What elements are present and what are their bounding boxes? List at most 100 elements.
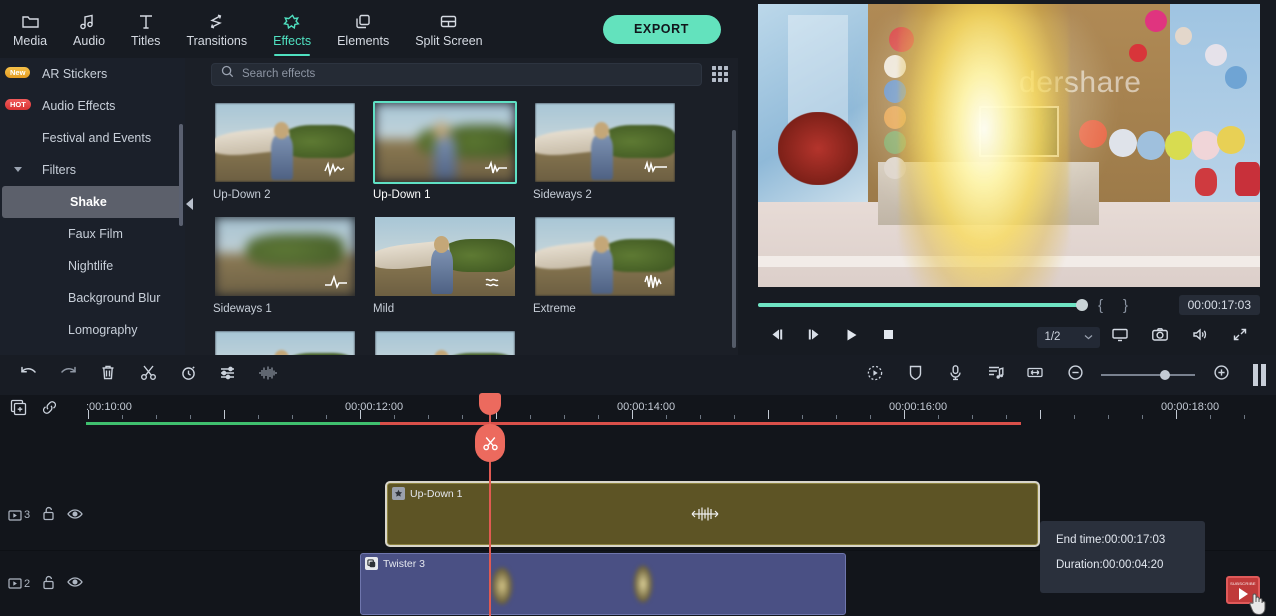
ruler-tick (1176, 410, 1177, 419)
effects-scrollbar[interactable] (732, 130, 736, 348)
flash-effect-overlay (898, 4, 1070, 287)
sidebar-item-festival-and-events[interactable]: Festival and Events (0, 122, 185, 154)
display-settings-button[interactable] (1100, 322, 1140, 352)
effect-card-up-down-2[interactable]: Up-Down 2 (213, 101, 357, 201)
waveform-overlay-icon (483, 273, 509, 291)
sidebar-scrollbar[interactable] (179, 124, 183, 226)
sidebar-item-ar-stickers[interactable]: New AR Stickers (0, 58, 185, 90)
grid-view-toggle-icon[interactable] (712, 66, 728, 82)
subscribe-label: SUBSCRIBE (1230, 580, 1256, 586)
effects-grid-panel: Up-Down 2 Up-Down 1 (201, 58, 738, 355)
effects-scroll-area[interactable]: Up-Down 2 Up-Down 1 Sideways 2 Sideways … (201, 90, 738, 355)
effects-category-sidebar[interactable]: New AR Stickers HOT Audio Effects Festiv… (0, 58, 185, 355)
effect-name: Extreme (533, 303, 576, 315)
tab-audio[interactable]: Audio (60, 0, 118, 58)
sidebar-item-faux-film[interactable]: Faux Film (0, 218, 185, 250)
video-preview[interactable]: dershare (758, 4, 1260, 287)
timeline-ruler[interactable]: :00:10:00 00:00:12:00 00:00:14:00 00:00:… (86, 395, 1276, 423)
mark-out-button[interactable]: } (1113, 297, 1138, 314)
zoom-slider-knob[interactable] (1160, 370, 1170, 380)
track-visibility-icon[interactable] (67, 576, 83, 591)
effect-card-sideways-2[interactable]: Sideways 2 (533, 101, 677, 201)
render-bars-icon (1261, 364, 1266, 386)
playhead-split-button[interactable] (475, 424, 505, 462)
timeline-clip-twister-3[interactable]: Twister 3 (360, 553, 846, 615)
audio-mixer-button[interactable] (975, 355, 1015, 395)
collapse-sidebar-arrow-icon[interactable] (186, 198, 193, 210)
timeline-clip-up-down-1[interactable]: Up-Down 1 (387, 483, 1038, 545)
split-button[interactable] (128, 355, 168, 395)
effect-card-up-down-1[interactable]: Up-Down 1 (373, 101, 517, 201)
motion-tracking-button[interactable] (855, 355, 895, 395)
seek-knob[interactable] (1076, 299, 1088, 311)
player-right-controls (1100, 322, 1260, 352)
prev-frame-button[interactable] (758, 322, 795, 352)
ruler-tick (1244, 415, 1245, 419)
sidebar-item-shake[interactable]: Shake (2, 186, 183, 218)
sidebar-item-lomography[interactable]: Lomography (0, 314, 185, 346)
playhead[interactable] (475, 393, 505, 616)
effect-card-extreme[interactable]: Extreme (533, 215, 677, 315)
clip-thumbnail-frame (633, 564, 653, 604)
undo-button[interactable] (8, 355, 48, 395)
redo-button[interactable] (48, 355, 88, 395)
record-voiceover-button[interactable] (935, 355, 975, 395)
track-visibility-icon[interactable] (67, 508, 83, 523)
seek-bar[interactable] (758, 299, 1088, 311)
sidebar-item-filters[interactable]: Filters (0, 154, 185, 186)
snapshot-button[interactable] (1140, 322, 1180, 352)
duration-button[interactable] (168, 355, 208, 395)
effect-card-row3-left[interactable] (213, 329, 357, 355)
fit-timeline-button[interactable] (1015, 355, 1055, 395)
search-input[interactable] (242, 68, 692, 80)
tab-elements[interactable]: Elements (324, 0, 402, 58)
export-button[interactable]: EXPORT (602, 14, 721, 44)
track-lock-icon[interactable] (42, 506, 55, 524)
ruler-tick (1108, 415, 1109, 419)
tab-transitions[interactable]: Transitions (173, 0, 260, 58)
playback-speed-select[interactable]: 1/2 (1037, 326, 1100, 348)
sidebar-item-background-blur[interactable]: Background Blur (0, 282, 185, 314)
search-box[interactable] (211, 62, 702, 86)
render-preview-button[interactable] (1253, 364, 1266, 386)
chevron-down-icon[interactable] (14, 167, 22, 172)
effect-thumbnail (213, 215, 357, 298)
tab-effects[interactable]: Effects (260, 0, 324, 58)
sidebar-item-audio-effects[interactable]: HOT Audio Effects (0, 90, 185, 122)
add-frame-icon[interactable] (10, 399, 27, 421)
tab-media[interactable]: Media (0, 0, 60, 58)
thumbnail-scene (215, 331, 355, 355)
effect-card-row3-middle[interactable] (373, 329, 517, 355)
color-match-button[interactable] (895, 355, 935, 395)
zoom-out-button[interactable] (1055, 355, 1095, 395)
ruler-tick (428, 415, 429, 419)
effect-card-mild[interactable]: Mild (373, 215, 517, 315)
fullscreen-button[interactable] (1220, 322, 1260, 352)
playhead-handle[interactable] (479, 393, 501, 415)
stop-button[interactable] (870, 322, 907, 352)
ruler-tick (1142, 415, 1143, 419)
sidebar-item-label: Background Blur (68, 291, 161, 305)
ruler-tick (564, 415, 565, 419)
play-button[interactable] (833, 322, 870, 352)
sparkle-star-icon (282, 10, 302, 30)
track-lock-icon[interactable] (42, 575, 55, 593)
mark-in-button[interactable]: { (1088, 297, 1113, 314)
timeline-zoom-slider[interactable] (1101, 365, 1195, 385)
link-icon[interactable] (41, 399, 58, 421)
sidebar-item-nightlife[interactable]: Nightlife (0, 250, 185, 282)
ruler-tick (938, 415, 939, 419)
undo-arrow-icon (19, 365, 38, 386)
tab-split-screen[interactable]: Split Screen (402, 0, 495, 58)
tab-titles[interactable]: Titles (118, 0, 173, 58)
clip-thumbnail-frame (491, 566, 513, 606)
audio-waveform-button[interactable] (248, 355, 288, 395)
volume-button[interactable] (1180, 322, 1220, 352)
settings-button[interactable] (208, 355, 248, 395)
next-frame-icon (806, 328, 822, 346)
zoom-in-button[interactable] (1201, 355, 1241, 395)
delete-button[interactable] (88, 355, 128, 395)
trim-resize-cursor-icon (688, 506, 722, 522)
effect-card-sideways-1[interactable]: Sideways 1 (213, 215, 357, 315)
next-frame-button[interactable] (795, 322, 832, 352)
